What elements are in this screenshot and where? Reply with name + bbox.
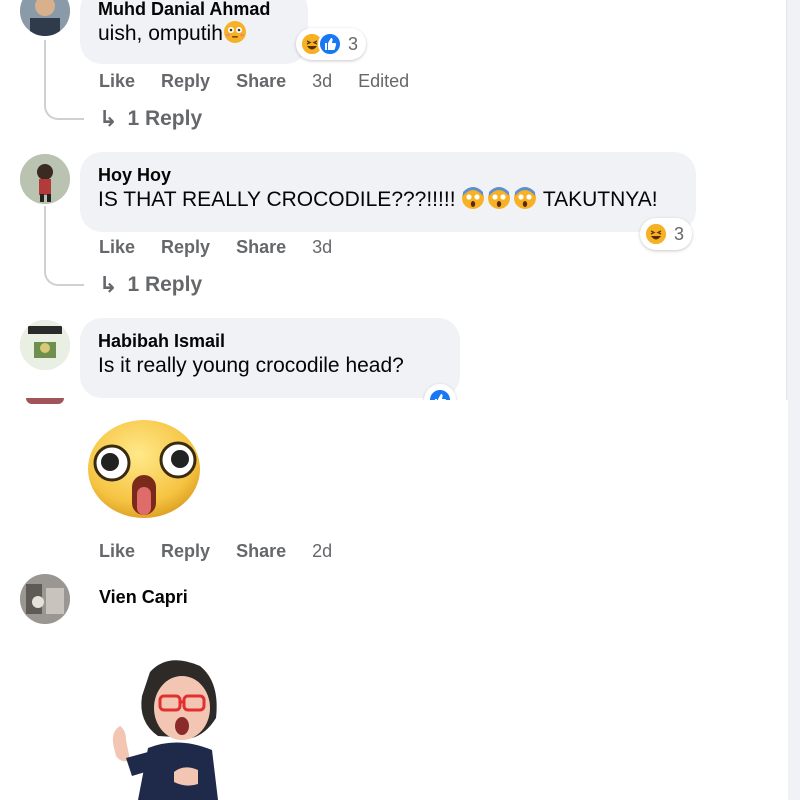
comment-bubble: Hoy Hoy IS THAT REALLY CROCODILE???!!!!!…: [80, 152, 696, 232]
clipped-avatar: [26, 398, 64, 404]
view-replies-link[interactable]: ↳ 1 Reply: [99, 106, 202, 132]
screaming-face-icon: [488, 187, 511, 209]
timestamp[interactable]: 3d: [312, 70, 332, 92]
comment-text: IS THAT REALLY CROCODILE???!!!!! TAKUTNY…: [98, 187, 658, 211]
reaction-count: 3: [348, 33, 359, 54]
reply-arrow-icon: ↳: [99, 272, 118, 297]
comment-actions: Like Reply Share 3d: [99, 236, 358, 258]
reaction-count: 3: [674, 223, 685, 244]
edited-label[interactable]: Edited: [358, 70, 409, 92]
avatar-sticker[interactable]: [108, 652, 238, 800]
comment-actions: Like Reply Share 3d Edited: [99, 70, 435, 92]
like-button[interactable]: Like: [99, 236, 135, 258]
timestamp[interactable]: 3d: [312, 236, 332, 258]
share-button[interactable]: Share: [236, 236, 286, 258]
comment-author[interactable]: Habibah Ismail: [98, 330, 442, 352]
avatar[interactable]: [20, 320, 70, 370]
thread-connector: [44, 206, 84, 286]
screaming-face-icon: [462, 187, 485, 209]
like-button[interactable]: Like: [99, 540, 135, 562]
like-button[interactable]: Like: [99, 70, 135, 92]
reaction-summary[interactable]: 3: [296, 28, 367, 60]
comment-author[interactable]: Vien Capri: [99, 586, 188, 608]
thread-connector: [44, 40, 84, 120]
comment-text: Is it really young crocodile head?: [98, 354, 404, 377]
avatar[interactable]: [20, 154, 70, 204]
shocked-face-sticker[interactable]: [86, 415, 202, 519]
reply-arrow-icon: ↳: [99, 106, 118, 131]
comment-actions: Like Reply Share 2d: [99, 540, 358, 562]
comment-author[interactable]: Hoy Hoy: [98, 164, 678, 186]
screaming-face-icon: [514, 187, 537, 209]
comment-text: uish, omputih: [98, 20, 290, 48]
reply-button[interactable]: Reply: [161, 540, 210, 562]
comment-author[interactable]: Muhd Danial Ahmad: [98, 0, 290, 20]
reaction-summary[interactable]: 3: [640, 218, 693, 250]
view-replies-link[interactable]: ↳ 1 Reply: [99, 272, 202, 298]
avatar[interactable]: [20, 0, 70, 36]
scrollbar[interactable]: [786, 0, 800, 800]
flushed-face-icon: [223, 21, 246, 43]
comment-bubble: Muhd Danial Ahmad uish, omputih: [80, 0, 308, 64]
reply-button[interactable]: Reply: [161, 236, 210, 258]
reply-button[interactable]: Reply: [161, 70, 210, 92]
share-button[interactable]: Share: [236, 70, 286, 92]
thumbs-up-icon: [318, 32, 342, 56]
avatar[interactable]: [20, 574, 70, 624]
replies-count: 1 Reply: [127, 107, 203, 130]
comment-bubble: Habibah Ismail Is it really young crocod…: [80, 318, 460, 398]
timestamp[interactable]: 2d: [312, 540, 332, 562]
share-button[interactable]: Share: [236, 540, 286, 562]
replies-count: 1 Reply: [127, 273, 203, 296]
laughing-face-icon: [644, 222, 668, 246]
